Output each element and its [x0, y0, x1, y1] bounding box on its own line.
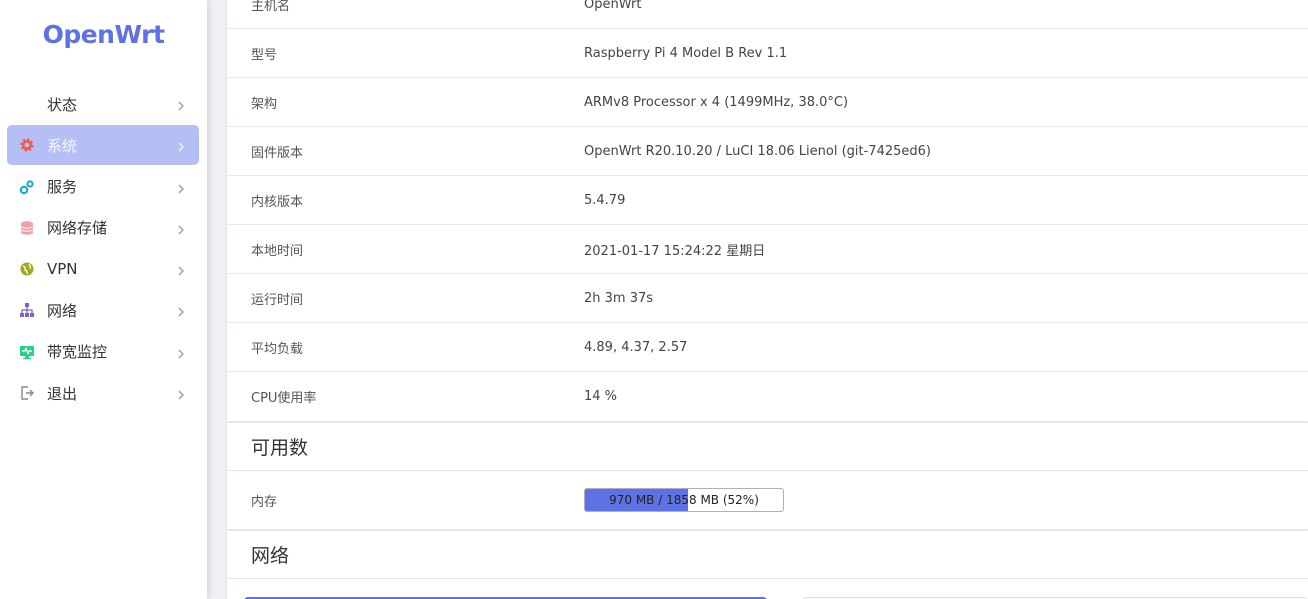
- sidebar-item-services[interactable]: 服务: [7, 167, 199, 207]
- table-row: 运行时间 2h 3m 37s: [227, 274, 1308, 323]
- row-value: 2021-01-17 15:24:22 星期日: [584, 243, 766, 259]
- main-content: 主机名 OpenWrt 型号 Raspberry Pi 4 Model B Re…: [227, 0, 1308, 599]
- table-row: 平均负载 4.89, 4.37, 2.57: [227, 323, 1308, 372]
- network-card: 网络: [227, 531, 1308, 599]
- sidebar: OpenWrt 状态 系统 服务 网络存储 VPN 网络 带宽监控 退出: [0, 0, 207, 599]
- system-info-card: 主机名 OpenWrt 型号 Raspberry Pi 4 Model B Re…: [227, 0, 1308, 421]
- table-row: 架构 ARMv8 Processor x 4 (1499MHz, 38.0°C): [227, 78, 1308, 127]
- table-row: 内存 970 MB / 1858 MB (52%): [227, 471, 1308, 529]
- available-card: 可用数 内存 970 MB / 1858 MB (52%): [227, 423, 1308, 529]
- row-key: 型号: [251, 47, 278, 63]
- progress-text: 970 MB / 1858 MB (52%): [609, 493, 759, 507]
- table-row: 固件版本 OpenWrt R20.10.20 / LuCI 18.06 Lien…: [227, 127, 1308, 176]
- row-value: 2h 3m 37s: [584, 290, 654, 306]
- row-key: 主机名: [251, 0, 291, 14]
- row-value: OpenWrt R20.10.20 / LuCI 18.06 Lienol (g…: [584, 143, 931, 159]
- chevron-right-icon: [175, 181, 187, 194]
- chevron-right-icon: [175, 98, 187, 111]
- row-key: 平均负载: [251, 341, 304, 357]
- table-row: CPU使用率 14 %: [227, 372, 1308, 421]
- chevron-right-icon: [175, 304, 187, 318]
- row-value: 14 %: [584, 389, 618, 404]
- chevron-right-icon: [175, 222, 187, 235]
- card-title: 网络: [227, 531, 1308, 579]
- row-value: 4.89, 4.37, 2.57: [584, 339, 688, 355]
- sidebar-menu: 状态 系统 服务 网络存储 VPN 网络 带宽监控 退出: [7, 84, 199, 414]
- globe-icon: [19, 261, 35, 277]
- table-row: 主机名 OpenWrt: [227, 0, 1308, 29]
- cogs-icon: [19, 179, 35, 195]
- monitor-icon: [19, 344, 35, 360]
- table-row: 内核版本 5.4.79: [227, 176, 1308, 225]
- table-row: 本地时间 2021-01-17 15:24:22 星期日: [227, 225, 1308, 274]
- row-key: 内存: [251, 494, 278, 510]
- row-value: 5.4.79: [584, 192, 626, 208]
- sidebar-item-nas[interactable]: 网络存储: [7, 208, 199, 248]
- sidebar-item-network[interactable]: 网络: [7, 290, 199, 330]
- chevron-right-icon: [175, 139, 187, 152]
- row-key: 内核版本: [251, 194, 304, 210]
- row-key: 固件版本: [251, 145, 304, 161]
- row-key: 本地时间: [251, 243, 304, 259]
- gear-icon: [19, 137, 35, 153]
- chevron-right-icon: [175, 387, 187, 400]
- blank-icon: [19, 96, 35, 112]
- sidebar-item-system[interactable]: 系统: [7, 125, 199, 166]
- chevron-right-icon: [175, 346, 187, 359]
- row-key: CPU使用率: [251, 391, 317, 406]
- row-key: 运行时间: [251, 292, 304, 308]
- memory-progress-bar: 970 MB / 1858 MB (52%): [584, 488, 784, 512]
- row-value: OpenWrt: [584, 0, 642, 12]
- database-icon: [19, 220, 35, 236]
- row-value: 970 MB / 1858 MB (52%): [584, 488, 1308, 512]
- chevron-right-icon: [175, 263, 187, 276]
- row-value: Raspberry Pi 4 Model B Rev 1.1: [584, 45, 788, 61]
- sidebar-item-vpn[interactable]: VPN: [7, 249, 199, 289]
- sidebar-item-bandwidth[interactable]: 带宽监控: [7, 332, 199, 372]
- brand-logo[interactable]: OpenWrt: [0, 20, 207, 49]
- sitemap-icon: [19, 302, 35, 318]
- sidebar-item-logout[interactable]: 退出: [7, 373, 199, 413]
- table-row: 型号 Raspberry Pi 4 Model B Rev 1.1: [227, 29, 1308, 78]
- row-value: ARMv8 Processor x 4 (1499MHz, 38.0°C): [584, 94, 849, 110]
- card-title: 可用数: [227, 423, 1308, 471]
- sidebar-item-status[interactable]: 状态: [7, 84, 199, 124]
- logout-icon: [19, 385, 35, 401]
- row-key: 架构: [251, 96, 278, 112]
